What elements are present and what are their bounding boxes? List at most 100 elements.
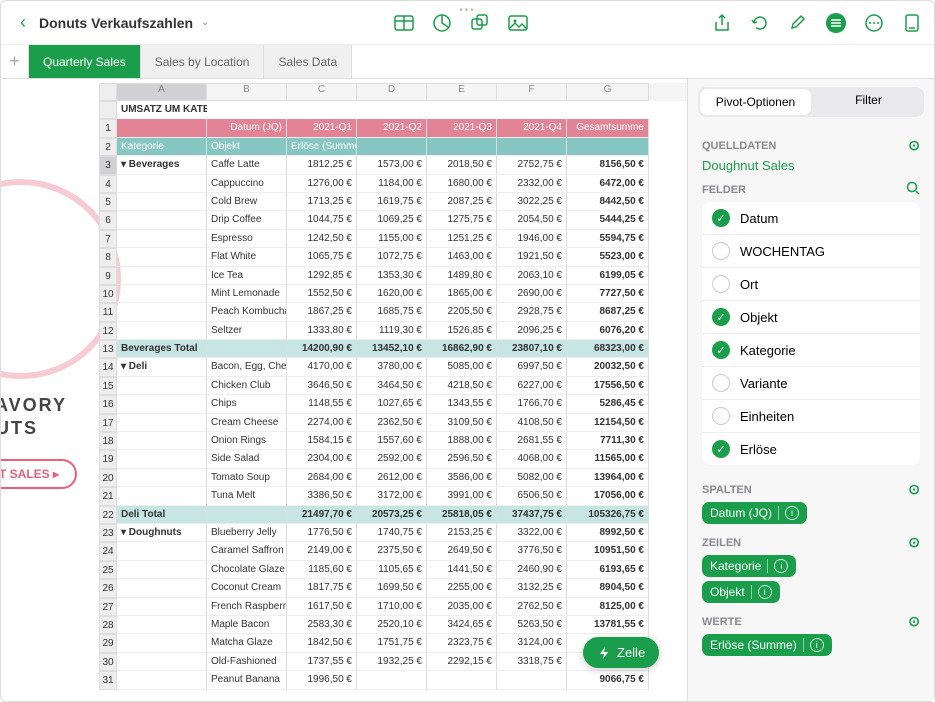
table-row[interactable]: 21Tuna Melt3386,50 €3172,00 €3991,00 €65…: [99, 487, 687, 505]
table-row[interactable]: 27French Raspberry1617,50 €1710,00 €2035…: [99, 598, 687, 616]
info-icon[interactable]: i: [785, 506, 799, 520]
undo-icon[interactable]: [750, 13, 770, 33]
table-row[interactable]: 7Espresso1242,50 €1155,00 €1251,25 €1946…: [99, 230, 687, 248]
field-item[interactable]: WOCHENTAG: [702, 235, 920, 268]
table-row[interactable]: 23▾ DoughnutsBlueberry Jelly1776,50 €174…: [99, 524, 687, 542]
sheet-tab[interactable]: Sales Data: [264, 45, 352, 78]
document-title[interactable]: Donuts Verkaufszahlen: [39, 15, 193, 31]
table-row[interactable]: 17Cream Cheese2274,00 €2362,50 €3109,50 …: [99, 414, 687, 432]
table-row[interactable]: 2KategorieObjektErlöse (Summe): [99, 138, 687, 156]
column-header[interactable]: C: [287, 83, 357, 101]
table-row[interactable]: 24Caramel Saffron2149,00 €2375,50 €2649,…: [99, 542, 687, 560]
checkbox-icon[interactable]: [712, 275, 730, 293]
field-item[interactable]: ✓Objekt: [702, 301, 920, 334]
table-row[interactable]: 26Coconut Cream1817,75 €1699,50 €2255,00…: [99, 579, 687, 597]
table-row[interactable]: 28Maple Bacon2583,30 €2520,10 €3424,65 €…: [99, 616, 687, 634]
table-row[interactable]: 31Peanut Banana1996,50 €9066,75 €: [99, 671, 687, 689]
field-item[interactable]: ✓Datum: [702, 202, 920, 235]
panel-tabs[interactable]: Pivot-Optionen Filter: [698, 87, 924, 117]
add-sheet-button[interactable]: +: [1, 45, 29, 78]
rows-options-icon[interactable]: ⊙: [908, 534, 920, 551]
info-icon[interactable]: i: [810, 638, 824, 652]
row-pill[interactable]: Objekti: [702, 581, 780, 603]
values-label: WERTE: [702, 616, 742, 628]
checkbox-icon[interactable]: [712, 407, 730, 425]
inspector-panel: Pivot-Optionen Filter QUELLDATEN ⊙ Doughn…: [688, 79, 934, 701]
lightning-icon: [597, 646, 611, 660]
checkbox-icon[interactable]: [712, 374, 730, 392]
column-header[interactable]: B: [207, 83, 287, 101]
tab-filter[interactable]: Filter: [813, 87, 924, 117]
table-row[interactable]: UMSATZ UM KATEGORIE: [99, 101, 687, 119]
value-pill[interactable]: Erlöse (Summe)i: [702, 634, 832, 656]
inspector-icon[interactable]: [902, 13, 922, 33]
cell-action-button[interactable]: Zelle: [583, 637, 659, 668]
column-header[interactable]: E: [427, 83, 497, 101]
table-row[interactable]: 25Chocolate Glaze1185,60 €1105,65 €1441,…: [99, 561, 687, 579]
share-icon[interactable]: [712, 13, 732, 33]
tab-pivot-options[interactable]: Pivot-Optionen: [700, 89, 811, 115]
corner-cell[interactable]: [99, 83, 117, 101]
table-row[interactable]: 5Cold Brew1713,25 €1619,75 €2087,25 €302…: [99, 193, 687, 211]
info-icon[interactable]: i: [774, 559, 788, 573]
info-icon[interactable]: i: [758, 585, 772, 599]
checkbox-icon[interactable]: ✓: [712, 308, 730, 326]
field-item[interactable]: ✓Kategorie: [702, 334, 920, 367]
pivot-table[interactable]: ABCDEFGUMSATZ UM KATEGORIE1Datum (JQ)202…: [99, 83, 687, 701]
format-brush-icon[interactable]: [788, 13, 808, 33]
back-icon[interactable]: ‹: [13, 13, 33, 33]
source-label: QUELLDATEN: [702, 140, 776, 152]
values-options-icon[interactable]: ⊙: [908, 613, 920, 630]
chevron-down-icon[interactable]: ⌄: [201, 17, 209, 28]
field-item[interactable]: Ort: [702, 268, 920, 301]
chart-icon[interactable]: [432, 13, 452, 33]
column-header[interactable]: D: [357, 83, 427, 101]
table-icon[interactable]: [394, 13, 414, 33]
table-row[interactable]: 18Onion Rings1584,15 €1557,60 €1888,00 €…: [99, 432, 687, 450]
table-row[interactable]: 8Flat White1065,75 €1072,75 €1463,00 €19…: [99, 248, 687, 266]
source-options-icon[interactable]: ⊙: [908, 137, 920, 154]
canvas[interactable]: SAVORYNUTS T SALES ▸ ABCDEFGUMSATZ UM KA…: [1, 79, 688, 701]
table-row[interactable]: 1Datum (JQ)2021-Q12021-Q22021-Q32021-Q4G…: [99, 119, 687, 137]
field-item[interactable]: Variante: [702, 367, 920, 400]
table-row[interactable]: 15Chicken Club3646,50 €3464,50 €4218,50 …: [99, 377, 687, 395]
columns-options-icon[interactable]: ⊙: [908, 481, 920, 498]
field-item[interactable]: ✓Erlöse: [702, 433, 920, 465]
fields-label: FELDER: [702, 184, 746, 196]
table-row[interactable]: 16Chips1148,55 €1027,65 €1343,55 €1766,7…: [99, 395, 687, 413]
table-row[interactable]: 10Mint Lemonade1552,50 €1620,00 €1865,00…: [99, 285, 687, 303]
sheet-tab[interactable]: Quarterly Sales: [29, 45, 141, 78]
search-icon[interactable]: [906, 181, 920, 198]
table-row[interactable]: 9Ice Tea1292,85 €1353,30 €1489,80 €2063,…: [99, 267, 687, 285]
table-row[interactable]: 4Cappuccino1276,00 €1184,00 €1680,00 €23…: [99, 175, 687, 193]
checkbox-icon[interactable]: ✓: [712, 209, 730, 227]
table-row[interactable]: 20Tomato Soup2684,00 €2612,00 €3586,00 €…: [99, 469, 687, 487]
table-row[interactable]: 14▾ DeliBacon, Egg, Cheese4170,00 €3780,…: [99, 358, 687, 376]
table-row[interactable]: 6Drip Coffee1044,75 €1069,25 €1275,75 €2…: [99, 211, 687, 229]
rows-label: ZEILEN: [702, 537, 741, 549]
columns-label: SPALTEN: [702, 484, 752, 496]
column-header[interactable]: G: [567, 83, 649, 101]
row-pill[interactable]: Kategoriei: [702, 555, 796, 577]
column-pill[interactable]: Datum (JQ)i: [702, 502, 807, 524]
table-row[interactable]: 22Deli Total21497,70 €20573,25 €25818,05…: [99, 506, 687, 524]
table-row[interactable]: 11Peach Kombucha1867,25 €1685,75 €2205,5…: [99, 303, 687, 321]
field-item[interactable]: Einheiten: [702, 400, 920, 433]
drag-handle[interactable]: •••: [459, 5, 476, 16]
table-row[interactable]: 12Seltzer1333,80 €1119,30 €1526,85 €2096…: [99, 322, 687, 340]
sheet-tab[interactable]: Sales by Location: [141, 45, 265, 78]
checkbox-icon[interactable]: ✓: [712, 341, 730, 359]
more-icon[interactable]: [864, 13, 884, 33]
media-icon[interactable]: [508, 13, 528, 33]
column-header[interactable]: F: [497, 83, 567, 101]
source-data[interactable]: Doughnut Sales: [702, 158, 920, 173]
checkbox-icon[interactable]: ✓: [712, 440, 730, 458]
table-row[interactable]: 13Beverages Total14200,90 €13452,10 €168…: [99, 340, 687, 358]
titlebar: ••• ‹ Donuts Verkaufszahlen ⌄: [1, 1, 934, 45]
bg-text: SAVORYNUTS: [1, 394, 67, 441]
table-row[interactable]: 19Side Salad2304,00 €2592,00 €2596,50 €4…: [99, 450, 687, 468]
organize-icon[interactable]: [826, 13, 846, 33]
table-row[interactable]: 3▾ BeveragesCaffe Latte1812,25 €1573,00 …: [99, 156, 687, 174]
checkbox-icon[interactable]: [712, 242, 730, 260]
column-header[interactable]: A: [117, 83, 207, 101]
